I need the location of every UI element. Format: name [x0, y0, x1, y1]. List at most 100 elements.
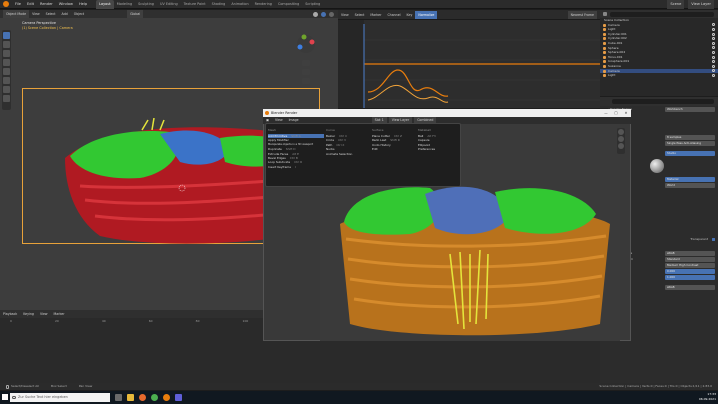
- outliner[interactable]: Scene Collection Camera Light Cylinder.0…: [600, 10, 718, 96]
- transparent-checkbox[interactable]: [711, 237, 715, 241]
- view-layer-selector[interactable]: View Layer: [688, 0, 714, 9]
- viewport-menu-view[interactable]: View: [29, 10, 43, 18]
- viewport-menu-object[interactable]: Object: [71, 10, 87, 18]
- menu-item[interactable]: Edit: [372, 147, 416, 151]
- viewport-aa-field[interactable]: Single Pass Anti-Aliasing: [665, 141, 715, 146]
- menu-window[interactable]: Window: [56, 0, 76, 9]
- taskbar-search-input[interactable]: Zur Suche Text hier eingeben: [10, 393, 110, 402]
- tab-texture-paint[interactable]: Texture Paint: [181, 0, 209, 9]
- taskbar-clock[interactable]: 17:33 06.09.2021: [680, 392, 716, 402]
- close-button[interactable]: ✕: [621, 109, 631, 117]
- shading-rendered-icon[interactable]: [329, 11, 334, 17]
- chrome-icon[interactable]: [150, 394, 158, 401]
- visibility-eye-icon[interactable]: [712, 46, 715, 50]
- timeline-menu-view[interactable]: View: [37, 310, 51, 318]
- task-view-icon[interactable]: [114, 394, 122, 401]
- properties-search-input[interactable]: [612, 99, 714, 104]
- blender-taskbar-icon[interactable]: [162, 394, 170, 401]
- lighting-field[interactable]: Studio: [665, 151, 715, 156]
- minimize-button[interactable]: —: [601, 109, 611, 117]
- tab-sculpting[interactable]: Sculpting: [135, 0, 157, 9]
- 3d-cursor-icon[interactable]: [178, 184, 186, 192]
- look-field[interactable]: Medium High Contrast: [665, 263, 715, 268]
- view-transform-field[interactable]: Standard: [665, 257, 715, 262]
- outliner-search-input[interactable]: [610, 11, 714, 17]
- pan-hand-icon[interactable]: [618, 136, 624, 142]
- visibility-eye-icon[interactable]: [712, 37, 715, 41]
- menu-help[interactable]: Help: [76, 0, 90, 9]
- windows-start-icon[interactable]: [2, 394, 8, 400]
- scene-selector[interactable]: Scene: [667, 0, 685, 9]
- sequencer-field[interactable]: sRGB: [665, 285, 715, 290]
- tab-uv-editing[interactable]: UV Editing: [157, 0, 181, 9]
- menu-file[interactable]: File: [12, 0, 24, 9]
- visibility-eye-icon[interactable]: [712, 60, 715, 64]
- graph-menu-channel[interactable]: Channel: [384, 11, 403, 19]
- display-device-field[interactable]: sRGB: [665, 251, 715, 256]
- visibility-eye-icon[interactable]: [712, 41, 715, 45]
- exposure-field[interactable]: 0.000: [665, 269, 715, 274]
- explorer-icon[interactable]: [126, 394, 134, 401]
- timeline-menu-marker[interactable]: Marker: [51, 310, 68, 318]
- gamma-field[interactable]: 1.000: [665, 275, 715, 280]
- measure-tool-icon[interactable]: [3, 95, 10, 102]
- annotate-tool-icon[interactable]: [3, 86, 10, 93]
- sampling-field[interactable]: 8 samples: [665, 135, 715, 140]
- shading-material-icon[interactable]: [321, 11, 326, 17]
- menu-render[interactable]: Render: [37, 0, 56, 9]
- graph-menu-select[interactable]: Select: [352, 11, 368, 19]
- viewport-menu-select[interactable]: Select: [43, 10, 59, 18]
- color-field[interactable]: Material: [665, 177, 715, 182]
- outliner-item[interactable]: Light: [600, 73, 718, 78]
- cursor-tool-icon[interactable]: [3, 41, 10, 48]
- visibility-eye-icon[interactable]: [712, 27, 715, 31]
- viewport-menu-add[interactable]: Add: [59, 10, 71, 18]
- studio-light-preview[interactable]: [650, 156, 718, 176]
- maximize-button[interactable]: □: [611, 109, 621, 117]
- tab-compositing[interactable]: Compositing: [275, 0, 302, 9]
- tab-modeling[interactable]: Modeling: [114, 0, 135, 9]
- tab-animation[interactable]: Animation: [228, 0, 251, 9]
- menu-item[interactable]: Insert Keyframe I: [268, 165, 324, 169]
- graph-menu-marker[interactable]: Marker: [367, 11, 384, 19]
- tab-scripting[interactable]: Scripting: [302, 0, 323, 9]
- graph-menu-view[interactable]: View: [338, 11, 352, 19]
- render-engine-dropdown[interactable]: Workbench: [665, 107, 715, 112]
- move-tool-icon[interactable]: [3, 50, 10, 57]
- tab-rendering[interactable]: Rendering: [252, 0, 275, 9]
- transform-tool-icon[interactable]: [3, 77, 10, 84]
- graph-menu-key[interactable]: Key: [404, 11, 416, 19]
- app-icon[interactable]: [174, 394, 182, 401]
- background-field[interactable]: World: [665, 183, 715, 188]
- pivot-dropdown[interactable]: Nearest Frame: [567, 10, 597, 19]
- visibility-eye-icon[interactable]: [712, 23, 715, 27]
- outliner-filter-icon[interactable]: [603, 12, 607, 16]
- menu-item[interactable]: Animate Selection: [326, 152, 370, 156]
- visibility-eye-icon[interactable]: [712, 69, 715, 73]
- timeline-menu-playback[interactable]: Playback: [0, 310, 20, 318]
- camera-view-icon[interactable]: [618, 143, 624, 149]
- visibility-eye-icon[interactable]: [712, 50, 715, 54]
- visibility-eye-icon[interactable]: [712, 55, 715, 59]
- rotate-tool-icon[interactable]: [3, 59, 10, 66]
- visibility-eye-icon[interactable]: [712, 64, 715, 68]
- visibility-eye-icon[interactable]: [712, 73, 715, 77]
- shading-solid-icon[interactable]: [313, 11, 318, 17]
- blender-logo-icon[interactable]: [3, 1, 9, 7]
- tab-layout[interactable]: Layout: [96, 0, 114, 9]
- navigation-gizmo[interactable]: [286, 32, 326, 92]
- tab-shading[interactable]: Shading: [209, 0, 229, 9]
- graph-curves[interactable]: [338, 20, 600, 108]
- scale-tool-icon[interactable]: [3, 68, 10, 75]
- visibility-eye-icon[interactable]: [712, 32, 715, 36]
- orientation-dropdown[interactable]: Global: [127, 10, 144, 18]
- select-tool-icon[interactable]: [3, 32, 10, 39]
- menu-edit[interactable]: Edit: [24, 0, 37, 9]
- normalize-toggle[interactable]: Normalize: [415, 10, 438, 19]
- menu-item[interactable]: Preferences: [418, 147, 460, 151]
- timeline-menu-keying[interactable]: Keying: [20, 310, 37, 318]
- zoom-in-icon[interactable]: [618, 129, 624, 135]
- firefox-icon[interactable]: [138, 394, 146, 401]
- object-mode-dropdown[interactable]: Object Mode: [3, 10, 30, 18]
- matcap-sphere-icon[interactable]: [650, 159, 664, 173]
